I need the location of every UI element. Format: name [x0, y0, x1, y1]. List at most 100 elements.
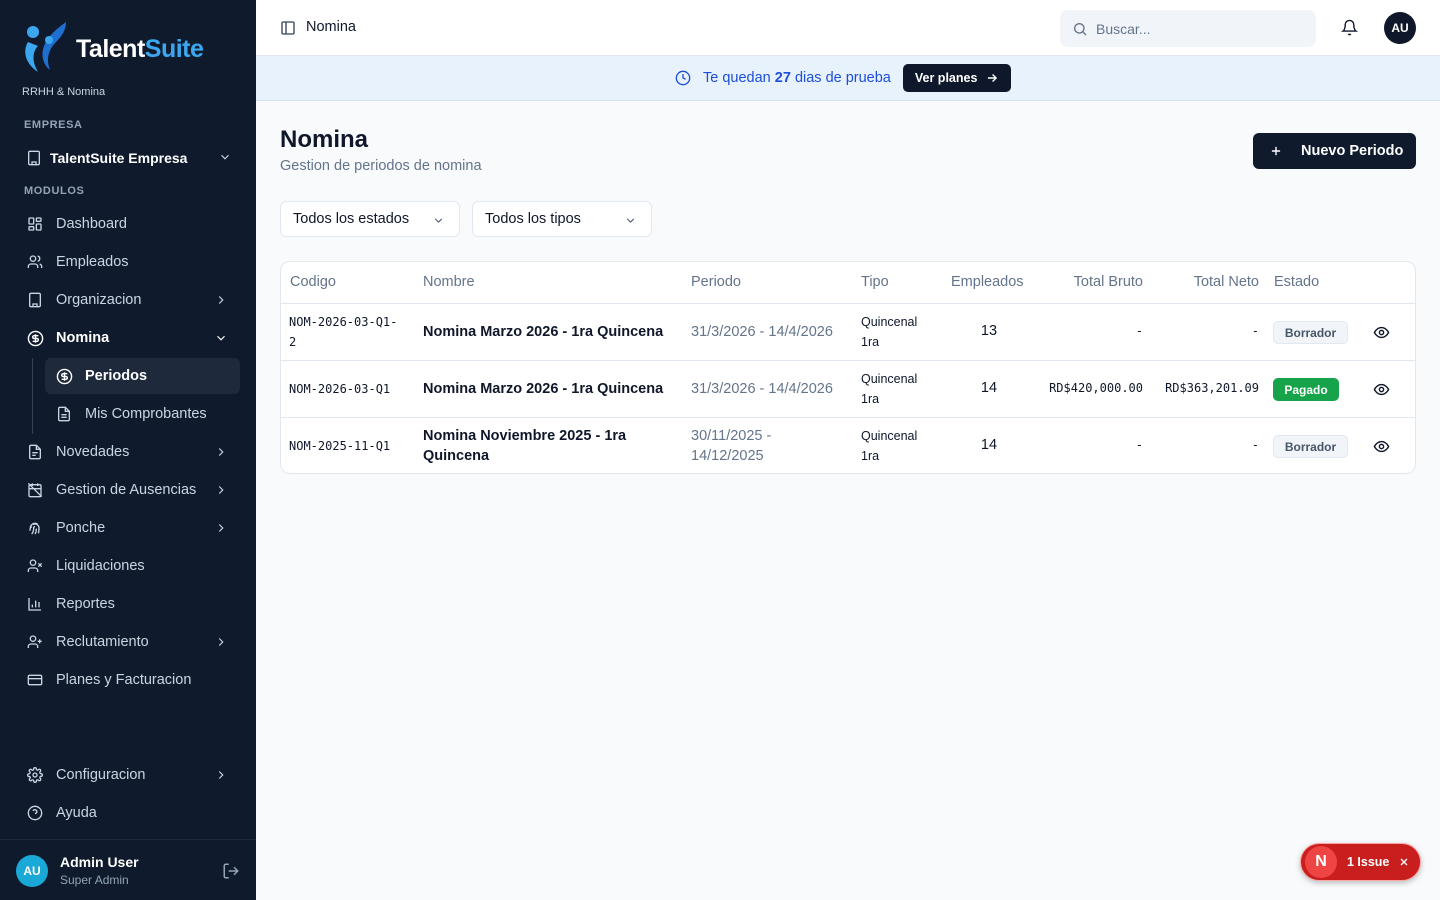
sidebar-item-configuracion[interactable]: Configuracion [16, 757, 240, 793]
sidebar-item-organizacion[interactable]: Organizacion [16, 282, 240, 318]
sidebar-item-novedades[interactable]: Novedades [16, 434, 240, 470]
arrow-right-icon [988, 74, 998, 82]
row-type: Quincenal 1ra [861, 315, 918, 349]
sidebar-item-label: Planes y Facturacion [56, 672, 192, 688]
payroll-periods-table: Codigo Nombre Periodo Tipo Empleados Tot… [280, 261, 1416, 474]
sidebar-item-reportes[interactable]: Reportes [16, 586, 240, 622]
sidebar: TalentSuite RRHH & Nomina EMPRESA Talent… [0, 0, 256, 900]
row-net-total: RD$363,201.09 [1165, 381, 1259, 395]
sidebar-item-nomina[interactable]: Nomina [16, 320, 240, 356]
column-header[interactable]: Empleados [951, 274, 1024, 290]
eye-icon[interactable] [1373, 438, 1390, 460]
column-header[interactable]: Codigo [290, 274, 336, 290]
sidebar-user: AU Admin User Super Admin [0, 839, 256, 900]
table-row[interactable]: NOM-2026-03-Q1 Nomina Marzo 2026 - 1ra Q… [281, 360, 1415, 417]
column-header[interactable]: Total Neto [1171, 274, 1259, 290]
search-icon [1072, 21, 1088, 37]
company-switcher[interactable]: TalentSuite Empresa [16, 142, 240, 174]
column-header[interactable]: Tipo [861, 274, 889, 290]
brand-tagline: RRHH & Nomina [22, 86, 106, 98]
row-type: Quincenal 1ra [861, 372, 918, 406]
breadcrumb: Nomina [306, 19, 356, 35]
trial-banner: Te quedan 27 dias de prueba Ver planes [256, 56, 1440, 101]
search-box[interactable] [1060, 10, 1316, 47]
row-code: NOM-2026-03-Q1 [289, 382, 391, 396]
type-filter-value: Todos los tipos [485, 211, 581, 227]
sidebar-item-ayuda[interactable]: Ayuda [16, 795, 240, 831]
sidebar-item-label: Liquidaciones [56, 558, 145, 574]
logo-mark-icon [25, 22, 66, 72]
building-icon [26, 150, 42, 166]
company-section-label: EMPRESA [24, 119, 83, 131]
building-icon [26, 291, 44, 309]
logout-icon[interactable] [222, 862, 240, 885]
table-row[interactable]: NOM-2025-11-Q1 Nomina Noviembre 2025 - 1… [281, 417, 1415, 473]
dev-issues-indicator[interactable]: N 1 Issue [1300, 843, 1421, 881]
next-logo-icon: N [1305, 846, 1337, 878]
brand-logo[interactable]: TalentSuite [20, 20, 204, 78]
plus-icon [1269, 144, 1283, 158]
sidebar-item-planes-facturacion[interactable]: Planes y Facturacion [16, 662, 240, 698]
sidebar-subitem-label: Mis Comprobantes [85, 406, 207, 422]
row-period: 30/11/2025 -14/12/2025 [691, 428, 772, 464]
column-header[interactable]: Periodo [691, 274, 741, 290]
avatar[interactable]: AU [1384, 12, 1416, 44]
user-name: Admin User [60, 854, 139, 870]
status-badge: Pagado [1273, 378, 1339, 401]
bell-icon[interactable] [1340, 19, 1359, 41]
column-header[interactable]: Estado [1274, 274, 1319, 290]
search-input[interactable] [1096, 20, 1296, 37]
user-role: Super Admin [60, 873, 129, 887]
chevron-down-icon [214, 331, 228, 345]
column-header[interactable]: Nombre [423, 274, 475, 290]
row-period: 31/3/2026 - 14/4/2026 [691, 381, 833, 397]
sidebar-subitem-mis-comprobantes[interactable]: Mis Comprobantes [45, 396, 240, 432]
row-name: Nomina Noviembre 2025 - 1ra Quincena [423, 428, 627, 464]
type-filter-select[interactable]: Todos los tipos [472, 201, 652, 237]
row-name: Nomina Marzo 2026 - 1ra Quincena [423, 381, 664, 397]
row-gross-total: - [1135, 438, 1143, 452]
sidebar-item-ponche[interactable]: Ponche [16, 510, 240, 546]
sidebar-subitem-label: Periodos [85, 368, 148, 384]
sidebar-item-label: Ponche [56, 520, 106, 536]
eye-icon[interactable] [1373, 324, 1390, 346]
avatar[interactable]: AU [16, 855, 48, 887]
close-icon[interactable] [1398, 856, 1410, 868]
topbar: Nomina AU [256, 0, 1440, 56]
row-gross-total: - [1135, 324, 1143, 338]
chevron-right-icon [214, 293, 228, 307]
chevron-down-icon [624, 214, 637, 231]
sidebar-item-empleados[interactable]: Empleados [16, 244, 240, 280]
file-text-icon [55, 405, 73, 423]
new-period-label: Nuevo Periodo [1301, 143, 1404, 159]
sidebar-item-label: Nomina [56, 330, 110, 346]
row-employees: 14 [980, 380, 998, 396]
sidebar-subitem-periodos[interactable]: Periodos [45, 358, 240, 394]
chevron-down-icon [218, 150, 232, 167]
calendar-off-icon [26, 481, 44, 499]
column-header[interactable]: Total Bruto [1057, 274, 1143, 290]
status-filter-select[interactable]: Todos los estados [280, 201, 460, 237]
grid-icon [26, 215, 44, 233]
user-plus-icon [26, 633, 44, 651]
sidebar-item-label: Reclutamiento [56, 634, 149, 650]
eye-icon[interactable] [1373, 381, 1390, 403]
table-row[interactable]: NOM-2026-03-Q1- 2 Nomina Marzo 2026 - 1ra… [281, 303, 1415, 360]
view-plans-button[interactable]: Ver planes [902, 64, 1012, 92]
chevron-right-icon [214, 445, 228, 459]
status-badge: Borrador [1273, 435, 1348, 458]
sidebar-item-dashboard[interactable]: Dashboard [16, 206, 240, 242]
user-x-icon [26, 557, 44, 575]
sidebar-item-label: Novedades [56, 444, 130, 460]
trial-message: Te quedan 27 dias de prueba [703, 70, 891, 86]
page-title: Nomina [280, 126, 369, 153]
sidebar-toggle-icon[interactable] [280, 20, 296, 41]
sidebar-item-label: Configuracion [56, 767, 146, 783]
sidebar-item-label: Ayuda [56, 805, 97, 821]
row-net-total: - [1251, 324, 1259, 338]
new-period-button[interactable]: Nuevo Periodo [1253, 133, 1416, 169]
sidebar-item-liquidaciones[interactable]: Liquidaciones [16, 548, 240, 584]
sidebar-item-gestion-ausencias[interactable]: Gestion de Ausencias [16, 472, 240, 508]
sidebar-item-reclutamiento[interactable]: Reclutamiento [16, 624, 240, 660]
status-filter-value: Todos los estados [293, 211, 410, 227]
